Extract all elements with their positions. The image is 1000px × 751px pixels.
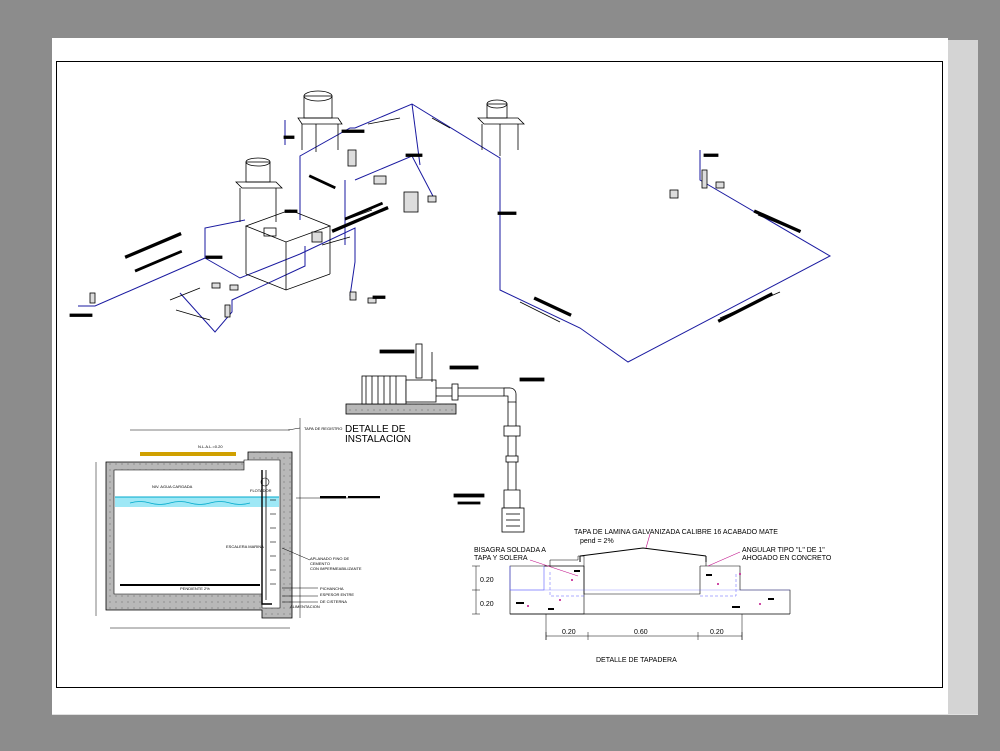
ladder-label: ESCALERA MARINA — [226, 544, 264, 549]
wall-note-3: CON IMPERMEABILIZANTE — [310, 566, 362, 571]
cover-height-bottom: 0.20 — [480, 601, 494, 608]
bottom-label-3: DE CISTERNA — [320, 599, 347, 604]
bottom-label-2: ESPESOR ENTRE — [320, 592, 354, 597]
top-label: TAPA DE REGISTRO — [304, 426, 342, 431]
cover-right-note-2: AHOGADO EN CONCRETO — [742, 555, 832, 562]
cover-right-note-1: ANGULAR TIPO "L" DE 1" — [742, 547, 825, 554]
bottom-label-1: PICHANCHA — [320, 586, 344, 591]
cad-viewport: DETALLE DE INSTALACION NIV. AGUA CARGADA… — [0, 0, 1000, 751]
cover-width-1: 0.20 — [562, 629, 576, 636]
valve-icon — [89, 149, 725, 318]
install-detail-title-2: INSTALACION — [345, 434, 411, 445]
drawing-svg: DETALLE DE INSTALACION NIV. AGUA CARGADA… — [69, 90, 832, 664]
water-tank-icon — [235, 90, 525, 291]
ceiling-level: N.L.A.L.=0.20 — [198, 444, 223, 449]
floater-label: FLOTADOR — [250, 488, 272, 493]
flow-arrow-icon — [69, 117, 802, 323]
cover-detail-title: DETALLE DE TAPADERA — [596, 657, 677, 664]
cover-width-2: 0.60 — [634, 629, 648, 636]
isometric-piping — [78, 103, 832, 363]
pipe-label: ALIMENTACION — [290, 604, 320, 609]
cover-left-note-1: BISAGRA SOLDADA A — [474, 547, 546, 554]
cover-width-3: 0.20 — [710, 629, 724, 636]
slope-tag: PENDIENTE 2% — [180, 586, 210, 591]
cover-top-note: TAPA DE LAMINA GALVANIZADA CALIBRE 16 AC… — [574, 529, 778, 536]
water-level-label: NIV. AGUA CARGADA — [152, 484, 193, 489]
cover-left-note-2: TAPA Y SOLERA — [474, 555, 528, 562]
cover-height-top: 0.20 — [480, 577, 494, 584]
cover-slope-note: pend = 2% — [580, 538, 614, 545]
